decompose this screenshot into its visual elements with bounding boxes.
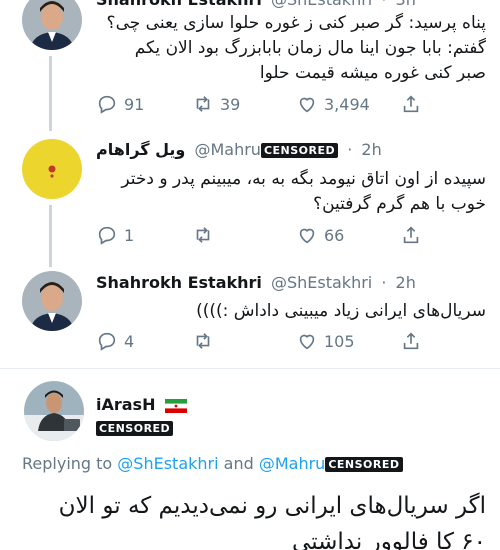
tweet-3[interactable]: Shahrokh Estakhri @ShEstakhri · 2h سریال… — [0, 265, 500, 370]
tweet-actions: 91 39 3,494 — [96, 91, 420, 117]
like-button[interactable]: 3,494 — [296, 91, 370, 117]
replying-to-and: and — [223, 454, 254, 473]
display-name[interactable]: ویل گراهام — [96, 140, 185, 159]
retweet-count: 39 — [220, 94, 241, 114]
reply-icon — [98, 332, 116, 351]
retweet-button[interactable]: 39 — [192, 91, 240, 117]
separator: · — [347, 140, 353, 159]
tweet-text-line: ۶۰ کا فالوور نداشتی — [292, 529, 486, 550]
retweet-icon — [196, 227, 210, 243]
reply-count: 91 — [124, 94, 145, 114]
reply-icon — [98, 95, 116, 114]
like-count: 3,494 — [324, 94, 370, 114]
retweet-icon — [196, 96, 210, 112]
avatar[interactable] — [22, 0, 82, 50]
tweet-text: سپیده از اون اتاق نیومد بگه به به، میبین… — [92, 167, 486, 217]
tweet-header: Shahrokh Estakhri @ShEstakhri · 2h — [96, 273, 484, 297]
iran-flag-icon — [164, 398, 187, 413]
replying-to: Replying to @ShEstakhri and @Mahru CENSOR… — [22, 454, 403, 473]
retweet-button[interactable] — [192, 222, 220, 248]
like-icon — [299, 334, 315, 350]
timestamp[interactable]: 2h — [361, 140, 381, 159]
tweet-header: ویل گراهام @Mahru CENSORED · 2h — [96, 140, 484, 164]
timestamp[interactable]: 2h — [396, 273, 416, 292]
tweet-text-line: سریال‌های ایرانی زیاد میبینی داداش :)))) — [196, 301, 486, 321]
tweet-text-line: اگر سریال‌های ایرانی رو نمی‌دیدیم که تو … — [58, 493, 486, 519]
share-icon — [403, 95, 419, 113]
retweet-icon — [196, 333, 210, 349]
display-name[interactable]: Shahrokh Estakhri — [96, 0, 262, 9]
tweet-actions: 4 105 — [96, 328, 420, 354]
tweet-1[interactable]: Shahrokh Estakhri @ShEstakhri · 3h پناه … — [0, 0, 500, 131]
separator: · — [381, 273, 387, 292]
separator: · — [381, 0, 386, 9]
tweet-text-line: پناه پرسید: گر صبر کنی ز غوره حلوا سازی … — [106, 13, 486, 33]
like-icon — [299, 228, 315, 244]
censored-label: CENSORED — [325, 457, 403, 472]
reply-count: 4 — [124, 331, 135, 351]
tweet-actions: 1 66 — [96, 222, 420, 248]
tweet-text-line: خوب با هم گرم گرفتین؟ — [313, 194, 486, 214]
tweet-text-line: صبر کنی غوره میشه قیمت حلوا — [259, 63, 486, 83]
thread-line — [49, 56, 52, 131]
retweet-button[interactable] — [192, 328, 220, 354]
avatar[interactable] — [22, 271, 82, 331]
avatar[interactable] — [22, 139, 82, 199]
mention-link[interactable]: @Mahru — [259, 454, 325, 473]
censored-label: CENSORED — [96, 421, 174, 436]
mention-link[interactable]: @ShEstakhri — [117, 454, 218, 473]
tweet-text-line: سپیده از اون اتاق نیومد بگه به به، میبین… — [121, 169, 486, 189]
reply-button[interactable]: 91 — [96, 91, 144, 117]
reply-icon — [98, 226, 116, 245]
tweet-2[interactable]: ویل گراهام @Mahru CENSORED · 2h سپیده از … — [0, 131, 500, 267]
censored-label: CENSORED — [260, 143, 339, 158]
main-tweet-text: اگر سریال‌های ایرانی رو نمی‌دیدیم که تو … — [14, 488, 486, 550]
display-name[interactable]: Shahrokh Estakhri — [96, 273, 262, 292]
timestamp[interactable]: 3h — [396, 0, 416, 9]
like-button[interactable]: 66 — [296, 222, 344, 248]
handle[interactable]: @ShEstakhri — [271, 0, 372, 9]
reply-count: 1 — [124, 225, 135, 245]
avatar[interactable] — [24, 381, 84, 441]
reply-button[interactable]: 4 — [96, 328, 134, 354]
like-count: 105 — [324, 331, 355, 351]
tweet-text-line: گفتم: بابا جون اینا مال زمان بابابزرگ بو… — [134, 38, 486, 58]
like-button[interactable]: 105 — [296, 328, 355, 354]
like-icon — [299, 97, 315, 113]
reply-button[interactable]: 1 — [96, 222, 134, 248]
share-button[interactable] — [400, 91, 422, 117]
share-icon — [403, 332, 419, 350]
display-name[interactable]: iArasH — [96, 395, 155, 414]
handle[interactable]: CENSORED — [96, 418, 174, 437]
share-button[interactable] — [400, 328, 422, 354]
tweet-header: iArasH — [96, 395, 484, 419]
like-count: 66 — [324, 225, 345, 245]
replying-to-label: Replying to — [22, 454, 113, 473]
tweet-text: پناه پرسید: گر صبر کنی ز غوره حلوا سازی … — [92, 11, 486, 86]
handle[interactable]: @ShEstakhri — [271, 273, 372, 292]
share-icon — [403, 226, 419, 244]
tweet-text: سریال‌های ایرانی زیاد میبینی داداش :)))) — [92, 299, 486, 324]
handle[interactable]: @Mahru — [194, 140, 260, 159]
share-button[interactable] — [400, 222, 422, 248]
thread-line — [49, 205, 52, 267]
